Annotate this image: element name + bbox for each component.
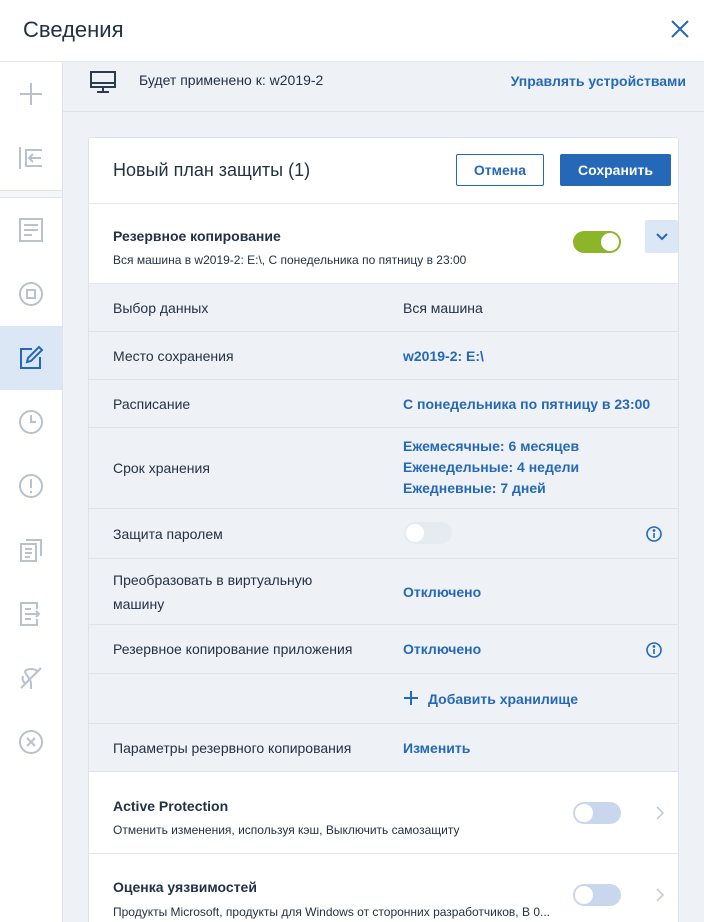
password-toggle[interactable] <box>404 522 452 544</box>
applied-to-text: Будет применено к: w2019-2 <box>139 72 324 88</box>
close-icon[interactable] <box>668 17 692 41</box>
sidebar-copy-icon[interactable] <box>0 518 62 582</box>
monitor-icon <box>90 69 116 95</box>
vulnerability-title: Оценка уязвимостей <box>113 879 257 895</box>
chevron-down-icon[interactable] <box>645 220 678 253</box>
row-schedule[interactable]: Расписание С понедельника по пятницу в 2… <box>89 380 678 428</box>
retention-daily[interactable]: Ежедневные: 7 дней <box>403 480 546 496</box>
sidebar-add-icon[interactable] <box>0 62 62 126</box>
row-retention[interactable]: Срок хранения Ежемесячные: 6 месяцев Еже… <box>89 428 678 509</box>
plus-icon[interactable] <box>403 690 419 706</box>
destination-link[interactable]: w2019-2: E:\ <box>403 348 484 364</box>
manage-devices-link[interactable]: Управлять устройствами <box>511 73 686 89</box>
row-label-line-2: машину <box>113 596 165 612</box>
row-app-backup[interactable]: Резервное копирование приложения Отключе… <box>89 625 678 674</box>
row-label: Срок хранения <box>113 460 210 476</box>
panel-header: Сведения <box>0 0 704 62</box>
save-button[interactable]: Сохранить <box>560 154 671 186</box>
sidebar-revoke-icon[interactable] <box>0 710 62 774</box>
row-label: Выбор данных <box>113 300 209 316</box>
row-label: Параметры резервного копирования <box>113 740 352 756</box>
row-label: Расписание <box>113 396 191 412</box>
active-protection-toggle[interactable] <box>573 802 621 824</box>
sidebar-disabled-plan-icon[interactable] <box>0 646 62 710</box>
backup-section[interactable]: Резервное копирование Вся машина в w2019… <box>89 204 678 284</box>
sidebar-separator <box>0 190 62 198</box>
active-protection-section[interactable]: Active Protection Отменить изменения, ис… <box>89 772 678 854</box>
panel-title: Сведения <box>23 17 124 42</box>
schedule-link[interactable]: С понедельника по пятницу в 23:00 <box>403 396 650 412</box>
backup-toggle[interactable] <box>573 231 621 253</box>
vulnerability-description: Продукты Microsoft, продукты для Windows… <box>113 905 550 919</box>
plan-header: Новый план защиты (1) Отмена Сохранить <box>89 138 678 204</box>
row-add-storage[interactable]: Добавить хранилище <box>89 674 678 724</box>
chevron-right-icon[interactable] <box>655 806 665 820</box>
main-area: Будет применено к: w2019-2 Управлять уст… <box>63 62 704 922</box>
active-protection-title: Active Protection <box>113 798 229 814</box>
sidebar-stop-icon[interactable] <box>0 262 62 326</box>
row-label: Место сохранения <box>113 348 234 364</box>
cancel-button[interactable]: Отмена <box>456 154 544 186</box>
convert-vm-link[interactable]: Отключено <box>403 584 481 600</box>
sidebar-import-icon[interactable] <box>0 126 62 190</box>
sidebar <box>0 62 63 922</box>
row-password-protection[interactable]: Защита паролем <box>89 509 678 559</box>
app-backup-link[interactable]: Отключено <box>403 641 481 657</box>
backup-description: Вся машина в w2019-2: E:\, С понедельник… <box>113 253 467 267</box>
active-protection-description: Отменить изменения, используя кэш, Выклю… <box>113 823 460 837</box>
retention-monthly[interactable]: Ежемесячные: 6 месяцев <box>403 438 579 454</box>
add-storage-link[interactable]: Добавить хранилище <box>428 691 578 707</box>
row-destination[interactable]: Место сохранения w2019-2: E:\ <box>89 332 678 380</box>
backup-options-edit-link[interactable]: Изменить <box>403 740 470 756</box>
retention-weekly[interactable]: Еженедельные: 4 недели <box>403 459 579 475</box>
backup-title: Резервное копирование <box>113 228 281 244</box>
row-label-line-1: Преобразовать в виртуальную <box>113 572 313 588</box>
plan-title: Новый план защиты (1) <box>113 160 311 180</box>
row-backup-options[interactable]: Параметры резервного копирования Изменит… <box>89 724 678 772</box>
vulnerability-section[interactable]: Оценка уязвимостей Продукты Microsoft, п… <box>89 854 678 922</box>
sidebar-alert-icon[interactable] <box>0 454 62 518</box>
protection-plan-card: Новый план защиты (1) Отмена Сохранить Р… <box>88 137 679 922</box>
info-icon[interactable] <box>646 526 662 542</box>
info-icon[interactable] <box>646 642 662 658</box>
row-data-selection[interactable]: Выбор данных Вся машина <box>89 284 678 332</box>
sidebar-export-icon[interactable] <box>0 582 62 646</box>
chevron-right-icon[interactable] <box>655 888 665 902</box>
vulnerability-toggle[interactable] <box>573 884 621 906</box>
row-value: Вся машина <box>403 300 483 316</box>
row-label: Резервное копирование приложения <box>113 641 353 657</box>
row-label: Защита паролем <box>113 526 223 542</box>
details-panel: Сведения Будет применено к: w2019-2 Упра… <box>0 0 704 922</box>
row-convert-to-vm[interactable]: Преобразовать в виртуальную машину Отклю… <box>89 559 678 625</box>
sidebar-clock-icon[interactable] <box>0 390 62 454</box>
sidebar-edit-icon[interactable] <box>0 326 62 390</box>
applied-to-bar: Будет применено к: w2019-2 Управлять уст… <box>63 62 704 112</box>
sidebar-list-icon[interactable] <box>0 198 62 262</box>
